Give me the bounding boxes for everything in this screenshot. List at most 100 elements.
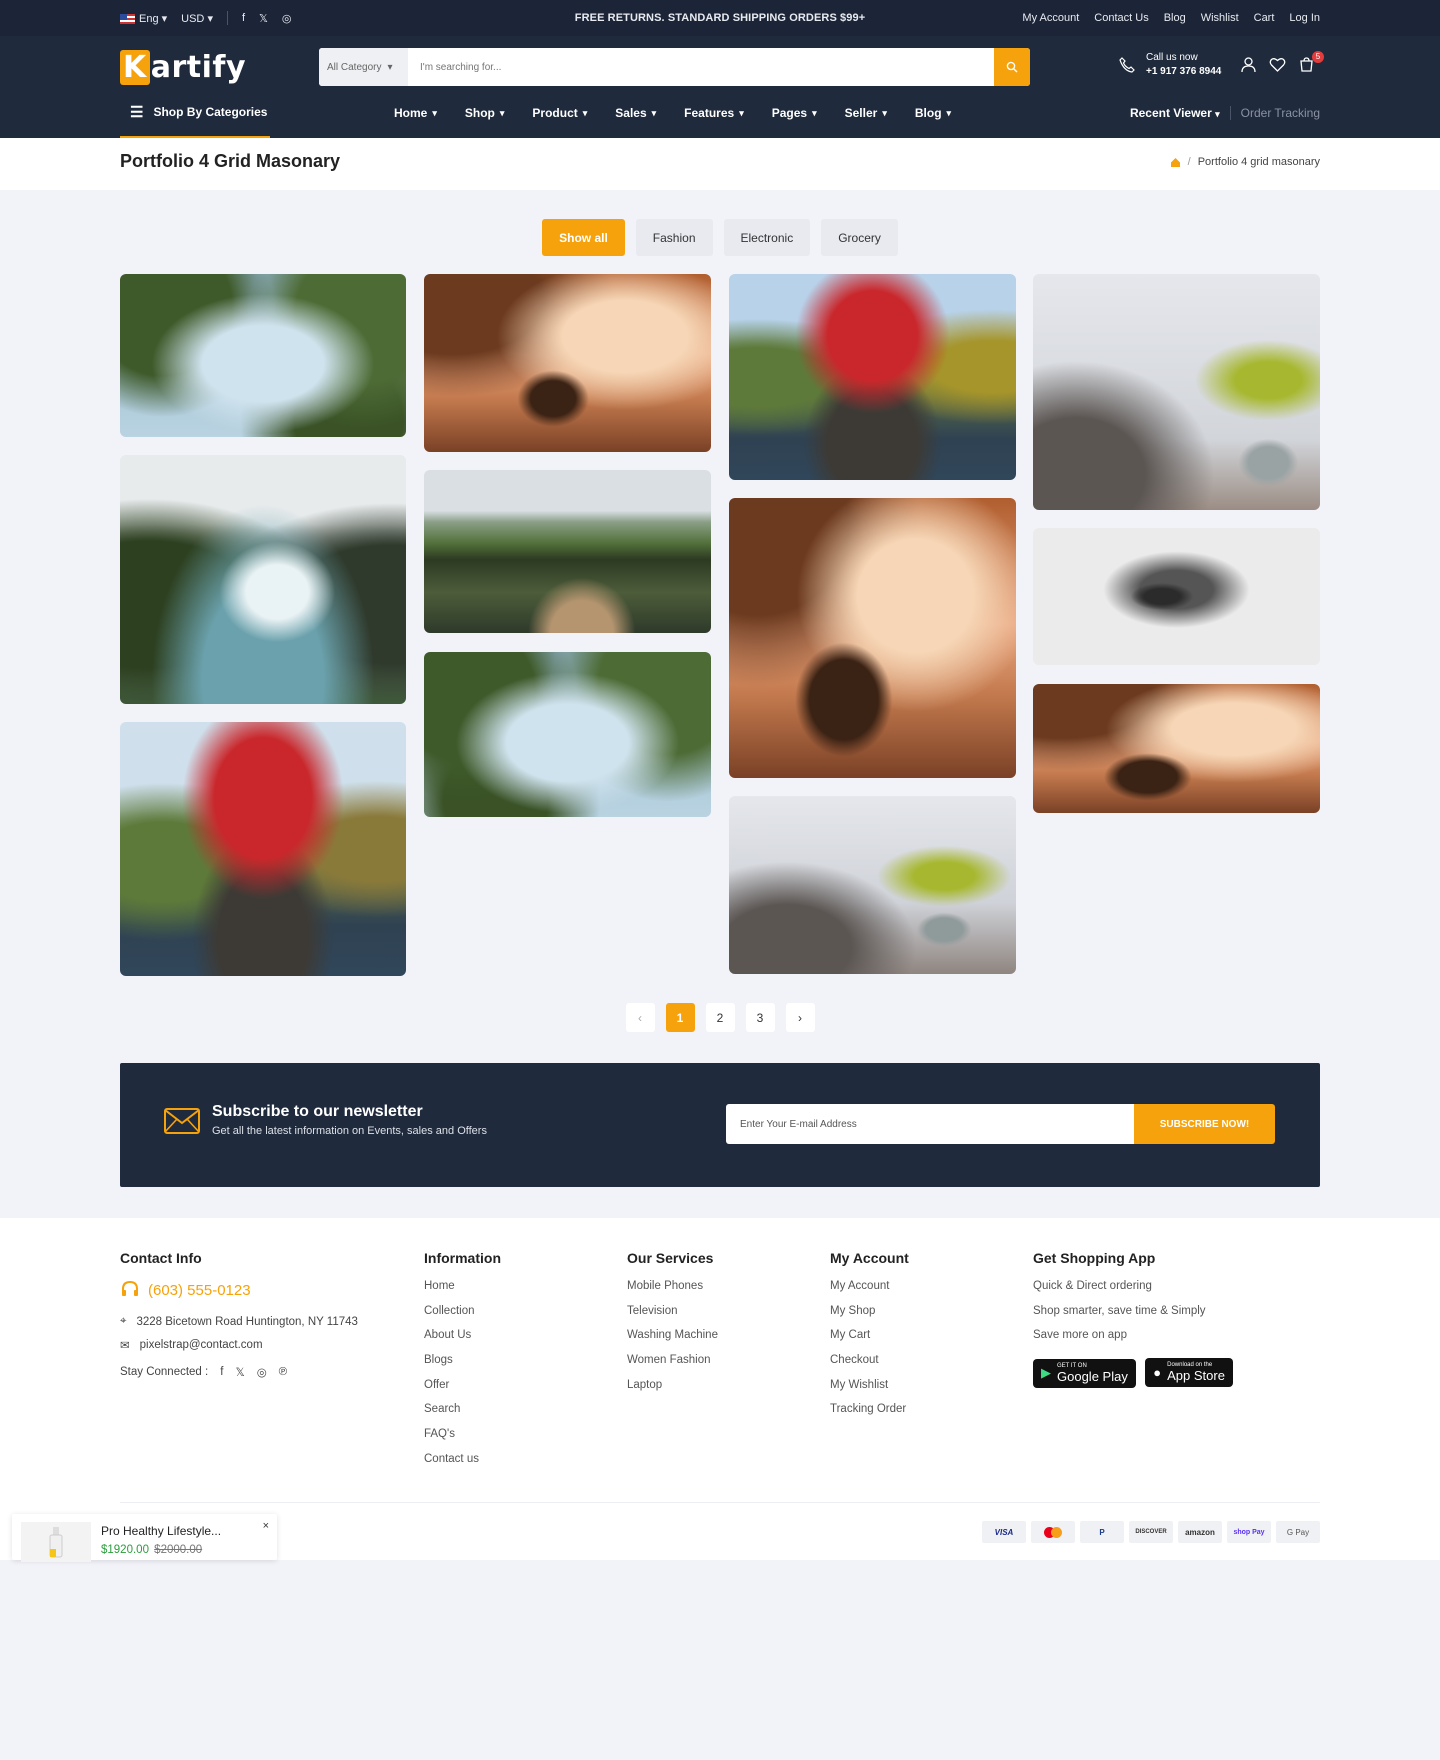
mail-icon: ✉ bbox=[120, 1339, 130, 1352]
footer-link[interactable]: Laptop bbox=[627, 1379, 718, 1404]
search-input[interactable] bbox=[408, 48, 994, 86]
footer-link[interactable]: Tracking Order bbox=[830, 1403, 909, 1428]
portfolio-image-flowers-2[interactable] bbox=[729, 796, 1016, 974]
product-bottle-icon bbox=[49, 1527, 63, 1558]
pagination-page-2[interactable]: 2 bbox=[705, 1003, 735, 1032]
portfolio-image-bench-lake[interactable] bbox=[424, 274, 711, 452]
footer-link[interactable]: Television bbox=[627, 1305, 718, 1330]
nav-item-product[interactable]: Product ▾ bbox=[532, 106, 587, 120]
cart-button[interactable]: 5 bbox=[1298, 51, 1324, 78]
filter-fashion[interactable]: Fashion bbox=[635, 219, 713, 256]
nav-item-blog[interactable]: Blog ▾ bbox=[915, 106, 951, 120]
chevron-down-icon: ▾ bbox=[882, 107, 887, 118]
footer-link[interactable]: My Cart bbox=[830, 1329, 909, 1354]
footer-link[interactable]: My Account bbox=[830, 1280, 909, 1305]
portfolio-image-red-tree-2[interactable] bbox=[729, 274, 1016, 480]
pagination-prev-button[interactable]: ‹ bbox=[625, 1003, 655, 1032]
heart-icon[interactable] bbox=[1269, 56, 1286, 73]
footer-email[interactable]: pixelstrap@contact.com bbox=[140, 1339, 263, 1351]
portfolio-image-trees[interactable] bbox=[120, 274, 406, 437]
portfolio-image-circuit[interactable] bbox=[1033, 528, 1320, 665]
footer-link[interactable]: Women Fashion bbox=[627, 1354, 718, 1379]
top-link-cart[interactable]: Cart bbox=[1254, 12, 1275, 24]
x-twitter-icon[interactable]: 𝕏 bbox=[235, 1365, 244, 1379]
visa-icon: VISA bbox=[982, 1521, 1026, 1543]
footer-link[interactable]: My Shop bbox=[830, 1305, 909, 1330]
chevron-down-icon: ▾ bbox=[812, 107, 817, 118]
portfolio-filters: Show all Fashion Electronic Grocery bbox=[0, 219, 1440, 256]
top-bar: Eng ▾ USD ▾ f 𝕏 ◎ FREE RETURNS. STANDARD… bbox=[0, 0, 1440, 36]
shop-pay-icon: shop Pay bbox=[1227, 1521, 1271, 1543]
subscribe-button[interactable]: SUBSCRIBE NOW! bbox=[1134, 1104, 1275, 1144]
hamburger-icon: ☰ bbox=[130, 104, 144, 121]
portfolio-image-bench-lake-3[interactable] bbox=[1033, 684, 1320, 813]
top-link-blog[interactable]: Blog bbox=[1164, 12, 1186, 24]
nav-item-shop[interactable]: Shop ▾ bbox=[465, 106, 505, 120]
portfolio-image-trees-2[interactable] bbox=[424, 652, 711, 817]
close-icon[interactable]: × bbox=[263, 1520, 269, 1532]
pagination-next-button[interactable]: › bbox=[785, 1003, 815, 1032]
footer-link[interactable]: Blogs bbox=[424, 1354, 501, 1379]
portfolio-image-bench-lake-2[interactable] bbox=[729, 498, 1016, 778]
top-link-wishlist[interactable]: Wishlist bbox=[1201, 12, 1239, 24]
filter-electronic[interactable]: Electronic bbox=[723, 219, 811, 256]
nav-item-features[interactable]: Features ▾ bbox=[684, 106, 744, 120]
top-link-login[interactable]: Log In bbox=[1289, 12, 1320, 24]
portfolio-image-flowers[interactable] bbox=[1033, 274, 1320, 510]
top-link-contact[interactable]: Contact Us bbox=[1094, 12, 1148, 24]
nav-item-home[interactable]: Home ▾ bbox=[394, 106, 437, 120]
footer-link[interactable]: Checkout bbox=[830, 1354, 909, 1379]
portfolio-image-dock[interactable] bbox=[424, 470, 711, 633]
pagination-page-1[interactable]: 1 bbox=[665, 1003, 695, 1032]
main-nav: ☰ Shop By Categories Home ▾ Shop ▾ Product… bbox=[0, 88, 1440, 138]
chevron-down-icon: ▾ bbox=[946, 107, 952, 118]
chevron-down-icon: ▾ bbox=[651, 107, 657, 118]
footer: Contact Info (603) 555-0123 ⌖ 3228 Biceto… bbox=[0, 1218, 1440, 1560]
portfolio-image-waterfall[interactable] bbox=[120, 455, 406, 704]
footer-link[interactable]: Washing Machine bbox=[627, 1329, 718, 1354]
user-icon[interactable] bbox=[1240, 56, 1257, 73]
apple-icon: ● bbox=[1153, 1365, 1162, 1381]
footer-link[interactable]: Offer bbox=[424, 1379, 501, 1404]
home-icon[interactable] bbox=[1170, 157, 1181, 168]
search-button[interactable] bbox=[994, 48, 1030, 86]
recent-viewer-dropdown[interactable]: Recent Viewer ▾ bbox=[1130, 106, 1220, 120]
amazon-icon: amazon bbox=[1178, 1521, 1222, 1543]
footer-link[interactable]: Search bbox=[424, 1403, 501, 1428]
paypal-icon: P bbox=[1080, 1521, 1124, 1543]
call-us[interactable]: Call us now +1 917 376 8944 bbox=[1118, 51, 1221, 79]
phone-icon bbox=[1119, 57, 1135, 73]
nav-item-pages[interactable]: Pages ▾ bbox=[772, 106, 817, 120]
order-tracking-link[interactable]: Order Tracking bbox=[1241, 106, 1320, 120]
discover-icon: DISCOVER bbox=[1129, 1521, 1173, 1543]
footer-link[interactable]: Mobile Phones bbox=[627, 1280, 718, 1305]
newsletter-email-input[interactable]: Enter Your E-mail Address bbox=[726, 1104, 1134, 1144]
facebook-icon[interactable]: f bbox=[220, 1366, 223, 1378]
footer-divider bbox=[120, 1502, 1320, 1503]
footer-link[interactable]: My Wishlist bbox=[830, 1379, 909, 1404]
chevron-down-icon: ▾ bbox=[582, 107, 588, 118]
footer-link[interactable]: About Us bbox=[424, 1329, 501, 1354]
pagination-page-3[interactable]: 3 bbox=[745, 1003, 775, 1032]
logo[interactable]: Kartify bbox=[120, 50, 246, 85]
search-category-select[interactable]: All Category ▾ bbox=[319, 48, 408, 86]
footer-link[interactable]: Collection bbox=[424, 1305, 501, 1330]
footer-link[interactable]: Home bbox=[424, 1280, 501, 1305]
footer-link[interactable]: Contact us bbox=[424, 1453, 501, 1478]
nav-item-seller[interactable]: Seller ▾ bbox=[845, 106, 887, 120]
app-store-button[interactable]: ● Download on the App Store bbox=[1145, 1358, 1233, 1388]
footer-link[interactable]: FAQ's bbox=[424, 1428, 501, 1453]
portfolio-image-red-tree[interactable] bbox=[120, 722, 406, 976]
filter-grocery[interactable]: Grocery bbox=[821, 219, 898, 256]
pinterest-icon[interactable]: ℗ bbox=[279, 1366, 287, 1378]
top-link-my-account[interactable]: My Account bbox=[1022, 12, 1079, 24]
instagram-icon[interactable]: ◎ bbox=[257, 1365, 267, 1379]
shop-by-categories-button[interactable]: ☰ Shop By Categories bbox=[120, 88, 270, 138]
footer-phone[interactable]: (603) 555-0123 bbox=[120, 1280, 358, 1300]
filter-show-all[interactable]: Show all bbox=[542, 219, 625, 256]
nav-item-sales[interactable]: Sales ▾ bbox=[615, 106, 656, 120]
chevron-down-icon: ▾ bbox=[387, 61, 393, 73]
headset-icon bbox=[122, 1280, 138, 1296]
recent-purchase-popup[interactable]: Pro Healthy Lifestyle... $1920.00 $2000.… bbox=[12, 1514, 277, 1562]
google-play-button[interactable]: ▶ GET IT ON Google Play bbox=[1033, 1358, 1136, 1388]
